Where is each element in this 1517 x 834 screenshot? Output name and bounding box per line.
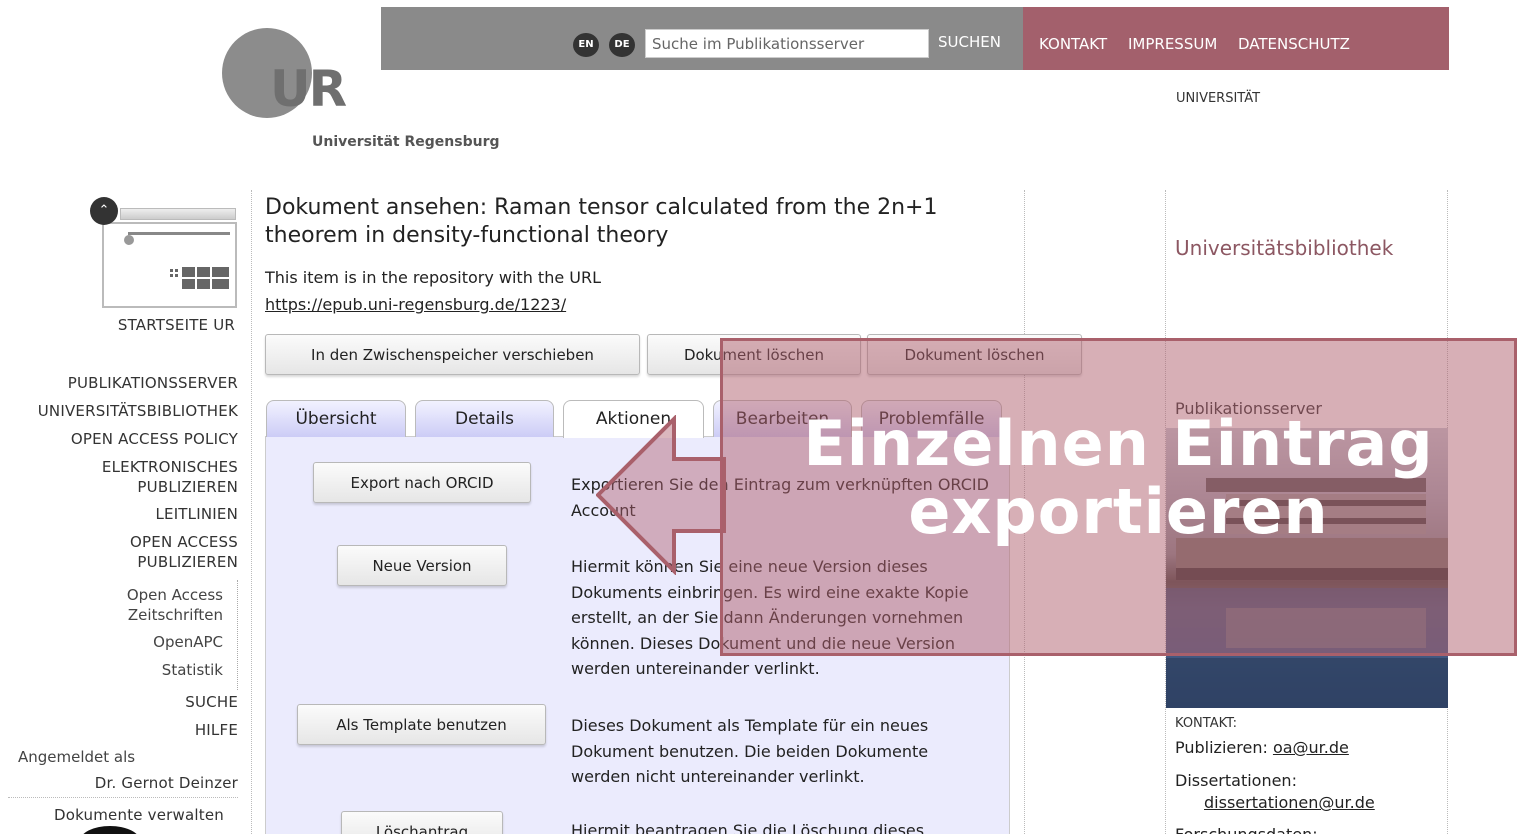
callout-line-2: exportieren [908, 475, 1329, 548]
search-button[interactable]: SUCHEN [938, 33, 1001, 51]
publizieren-label: Publizieren: [1175, 738, 1268, 757]
nav-hilfe[interactable]: HILFE [195, 720, 238, 740]
dissertationen-label: Dissertationen: [1175, 771, 1297, 790]
user-divider [8, 797, 238, 798]
tab-details[interactable]: Details [415, 400, 554, 437]
nav-leitlinien[interactable]: LEITLINIEN [155, 504, 238, 524]
language-en-button[interactable]: EN [573, 33, 599, 57]
repository-url-block: This item is in the repository with the … [265, 264, 601, 318]
ub-title[interactable]: Universitätsbibliothek [1175, 236, 1393, 260]
thumbnail-dot [124, 235, 134, 245]
callout-arrow-icon [596, 415, 726, 575]
export-orcid-button[interactable]: Export nach ORCID [313, 462, 531, 503]
repository-url-link[interactable]: https://epub.uni-regensburg.de/1223/ [265, 295, 566, 314]
page-title: Dokument ansehen: Raman tensor calculate… [265, 195, 938, 248]
user-name: Dr. Gernot Deinzer [94, 774, 238, 792]
subnav-statistik[interactable]: Statistik [162, 660, 223, 680]
callout-line-1: Einzelnen Eintrag [803, 407, 1434, 480]
thumbnail-line [128, 232, 230, 235]
nav-open-access-policy[interactable]: OPEN ACCESS POLICY [71, 429, 238, 449]
publizieren-contact: Publizieren: oa@ur.de [1175, 737, 1349, 759]
datenschutz-link[interactable]: DATENSCHUTZ [1238, 35, 1350, 53]
nav-elektronisches-publizieren[interactable]: ELEKTRONISCHES PUBLIZIEREN [78, 457, 238, 497]
dokumente-verwalten-link[interactable]: Dokumente verwalten [54, 805, 224, 825]
new-version-button[interactable]: Neue Version [337, 545, 507, 586]
grid-icon [170, 267, 229, 289]
dissertationen-email-link[interactable]: dissertationen@ur.de [1204, 792, 1375, 814]
kontakt-link[interactable]: KONTAKT [1039, 35, 1107, 53]
use-as-template-button[interactable]: Als Template benutzen [297, 704, 546, 745]
forschungsdaten-label: Forschungsdaten: [1175, 824, 1318, 834]
kontakt-label: KONTAKT: [1175, 716, 1238, 731]
search-input[interactable] [645, 29, 929, 58]
subnav-divider [237, 580, 238, 690]
logo[interactable]: UR [270, 62, 347, 116]
logo-caption: Universität Regensburg [312, 134, 500, 150]
chevron-up-icon[interactable]: ⌃ [90, 197, 118, 225]
language-de-button[interactable]: DE [609, 33, 635, 57]
startseite-thumbnail-bar [120, 208, 236, 220]
repository-text: This item is in the repository with the … [265, 268, 602, 287]
publizieren-email-link[interactable]: oa@ur.de [1273, 738, 1349, 757]
deletion-request-button[interactable]: Löschantrag [341, 811, 503, 834]
startseite-ur-link[interactable]: STARTSEITE UR [118, 315, 235, 335]
nav-universitaetsbibliothek[interactable]: UNIVERSITÄTSBIBLIOTHEK [38, 401, 238, 421]
use-as-template-description: Dieses Dokument als Template für ein neu… [571, 716, 929, 786]
left-column-divider [251, 190, 252, 834]
universitaet-label[interactable]: UNIVERSITÄT [1176, 91, 1260, 106]
tab-uebersicht[interactable]: Übersicht [266, 400, 406, 437]
avatar [80, 826, 140, 834]
logged-in-label: Angemeldet als [18, 748, 136, 766]
move-to-buffer-button[interactable]: In den Zwischenspeicher verschieben [265, 334, 640, 375]
subnav-openapc[interactable]: OpenAPC [153, 632, 223, 652]
nav-open-access-publizieren[interactable]: OPEN ACCESS PUBLIZIEREN [98, 532, 238, 572]
impressum-link[interactable]: IMPRESSUM [1128, 35, 1217, 53]
nav-suche[interactable]: SUCHE [185, 692, 238, 712]
callout-text: Einzelnen Eintrag exportieren [720, 410, 1517, 546]
deletion-request-description: Hiermit beantragen Sie die Löschung dies… [571, 821, 925, 834]
nav-publikationsserver[interactable]: PUBLIKATIONSSERVER [68, 373, 238, 393]
subnav-open-access-zeitschriften[interactable]: Open Access Zeitschriften [103, 585, 223, 625]
